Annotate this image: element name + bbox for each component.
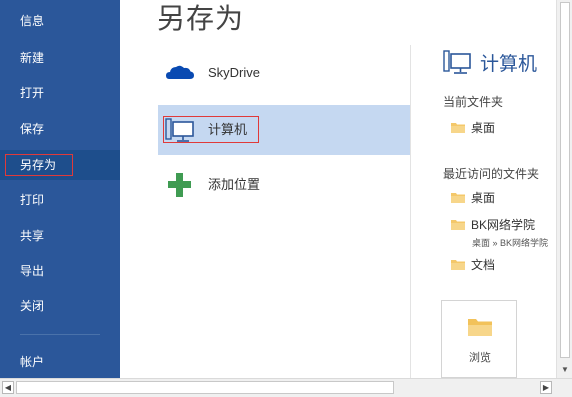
nav-item-share[interactable]: 共享: [0, 221, 120, 251]
folder-name: BK网络学院: [471, 218, 536, 232]
place-label-add-location: 添加位置: [208, 177, 261, 192]
browse-button[interactable]: 浏览: [441, 300, 517, 378]
scroll-down-arrow-icon[interactable]: ▼: [557, 362, 572, 378]
page-title: 另存为: [157, 3, 245, 34]
horizontal-scrollbar-thumb[interactable]: [16, 381, 394, 394]
place-add-location[interactable]: 添加位置: [158, 160, 410, 210]
folder-icon: [451, 123, 465, 133]
folder-icon: [451, 220, 465, 230]
annotation-highlight-save-as: [5, 154, 73, 176]
annotation-highlight-computer: [163, 116, 259, 143]
nav-item-print[interactable]: 打印: [0, 185, 120, 215]
nav-item-open[interactable]: 打开: [0, 78, 120, 108]
scroll-left-arrow-icon[interactable]: ◀: [2, 381, 14, 394]
plus-icon: [168, 173, 191, 197]
place-label-skydrive: SkyDrive: [208, 65, 261, 80]
folder-name: 桌面: [471, 191, 496, 205]
nav-item-export[interactable]: 导出: [0, 256, 120, 286]
recent-folders-heading: 最近访问的文件夹: [443, 167, 540, 181]
column-divider: [410, 45, 411, 378]
horizontal-scrollbar[interactable]: ◀ ▶: [0, 378, 572, 397]
nav-item-save[interactable]: 保存: [0, 114, 120, 144]
folder-open-icon: [468, 319, 492, 336]
nav-item-account[interactable]: 帐户: [0, 347, 120, 377]
vertical-scrollbar-thumb[interactable]: [560, 2, 570, 358]
right-panel-title-label: 计算机: [480, 54, 538, 75]
nav-item-new[interactable]: 新建: [0, 43, 120, 73]
nav-item-close[interactable]: 关闭: [0, 291, 120, 321]
folder-path: 桌面 » BK网络学院: [472, 238, 549, 248]
computer-icon: [443, 50, 471, 74]
folder-name: 文档: [471, 258, 496, 272]
folder-icon: [451, 260, 465, 270]
folder-icon: [451, 193, 465, 203]
browse-button-label: 浏览: [469, 352, 491, 364]
place-skydrive[interactable]: SkyDrive: [158, 48, 410, 98]
current-folder-heading: 当前文件夹: [443, 95, 504, 109]
backstage-nav: 信息 新建 打开 保存 另存为 打印 共享 导出 关闭 帐户: [0, 0, 120, 378]
folder-name: 桌面: [471, 121, 496, 135]
nav-divider: [20, 334, 100, 335]
cloud-icon: [166, 65, 194, 79]
scroll-right-arrow-icon[interactable]: ▶: [540, 381, 552, 394]
nav-item-info[interactable]: 信息: [0, 6, 120, 36]
vertical-scrollbar[interactable]: ▼: [556, 0, 572, 378]
